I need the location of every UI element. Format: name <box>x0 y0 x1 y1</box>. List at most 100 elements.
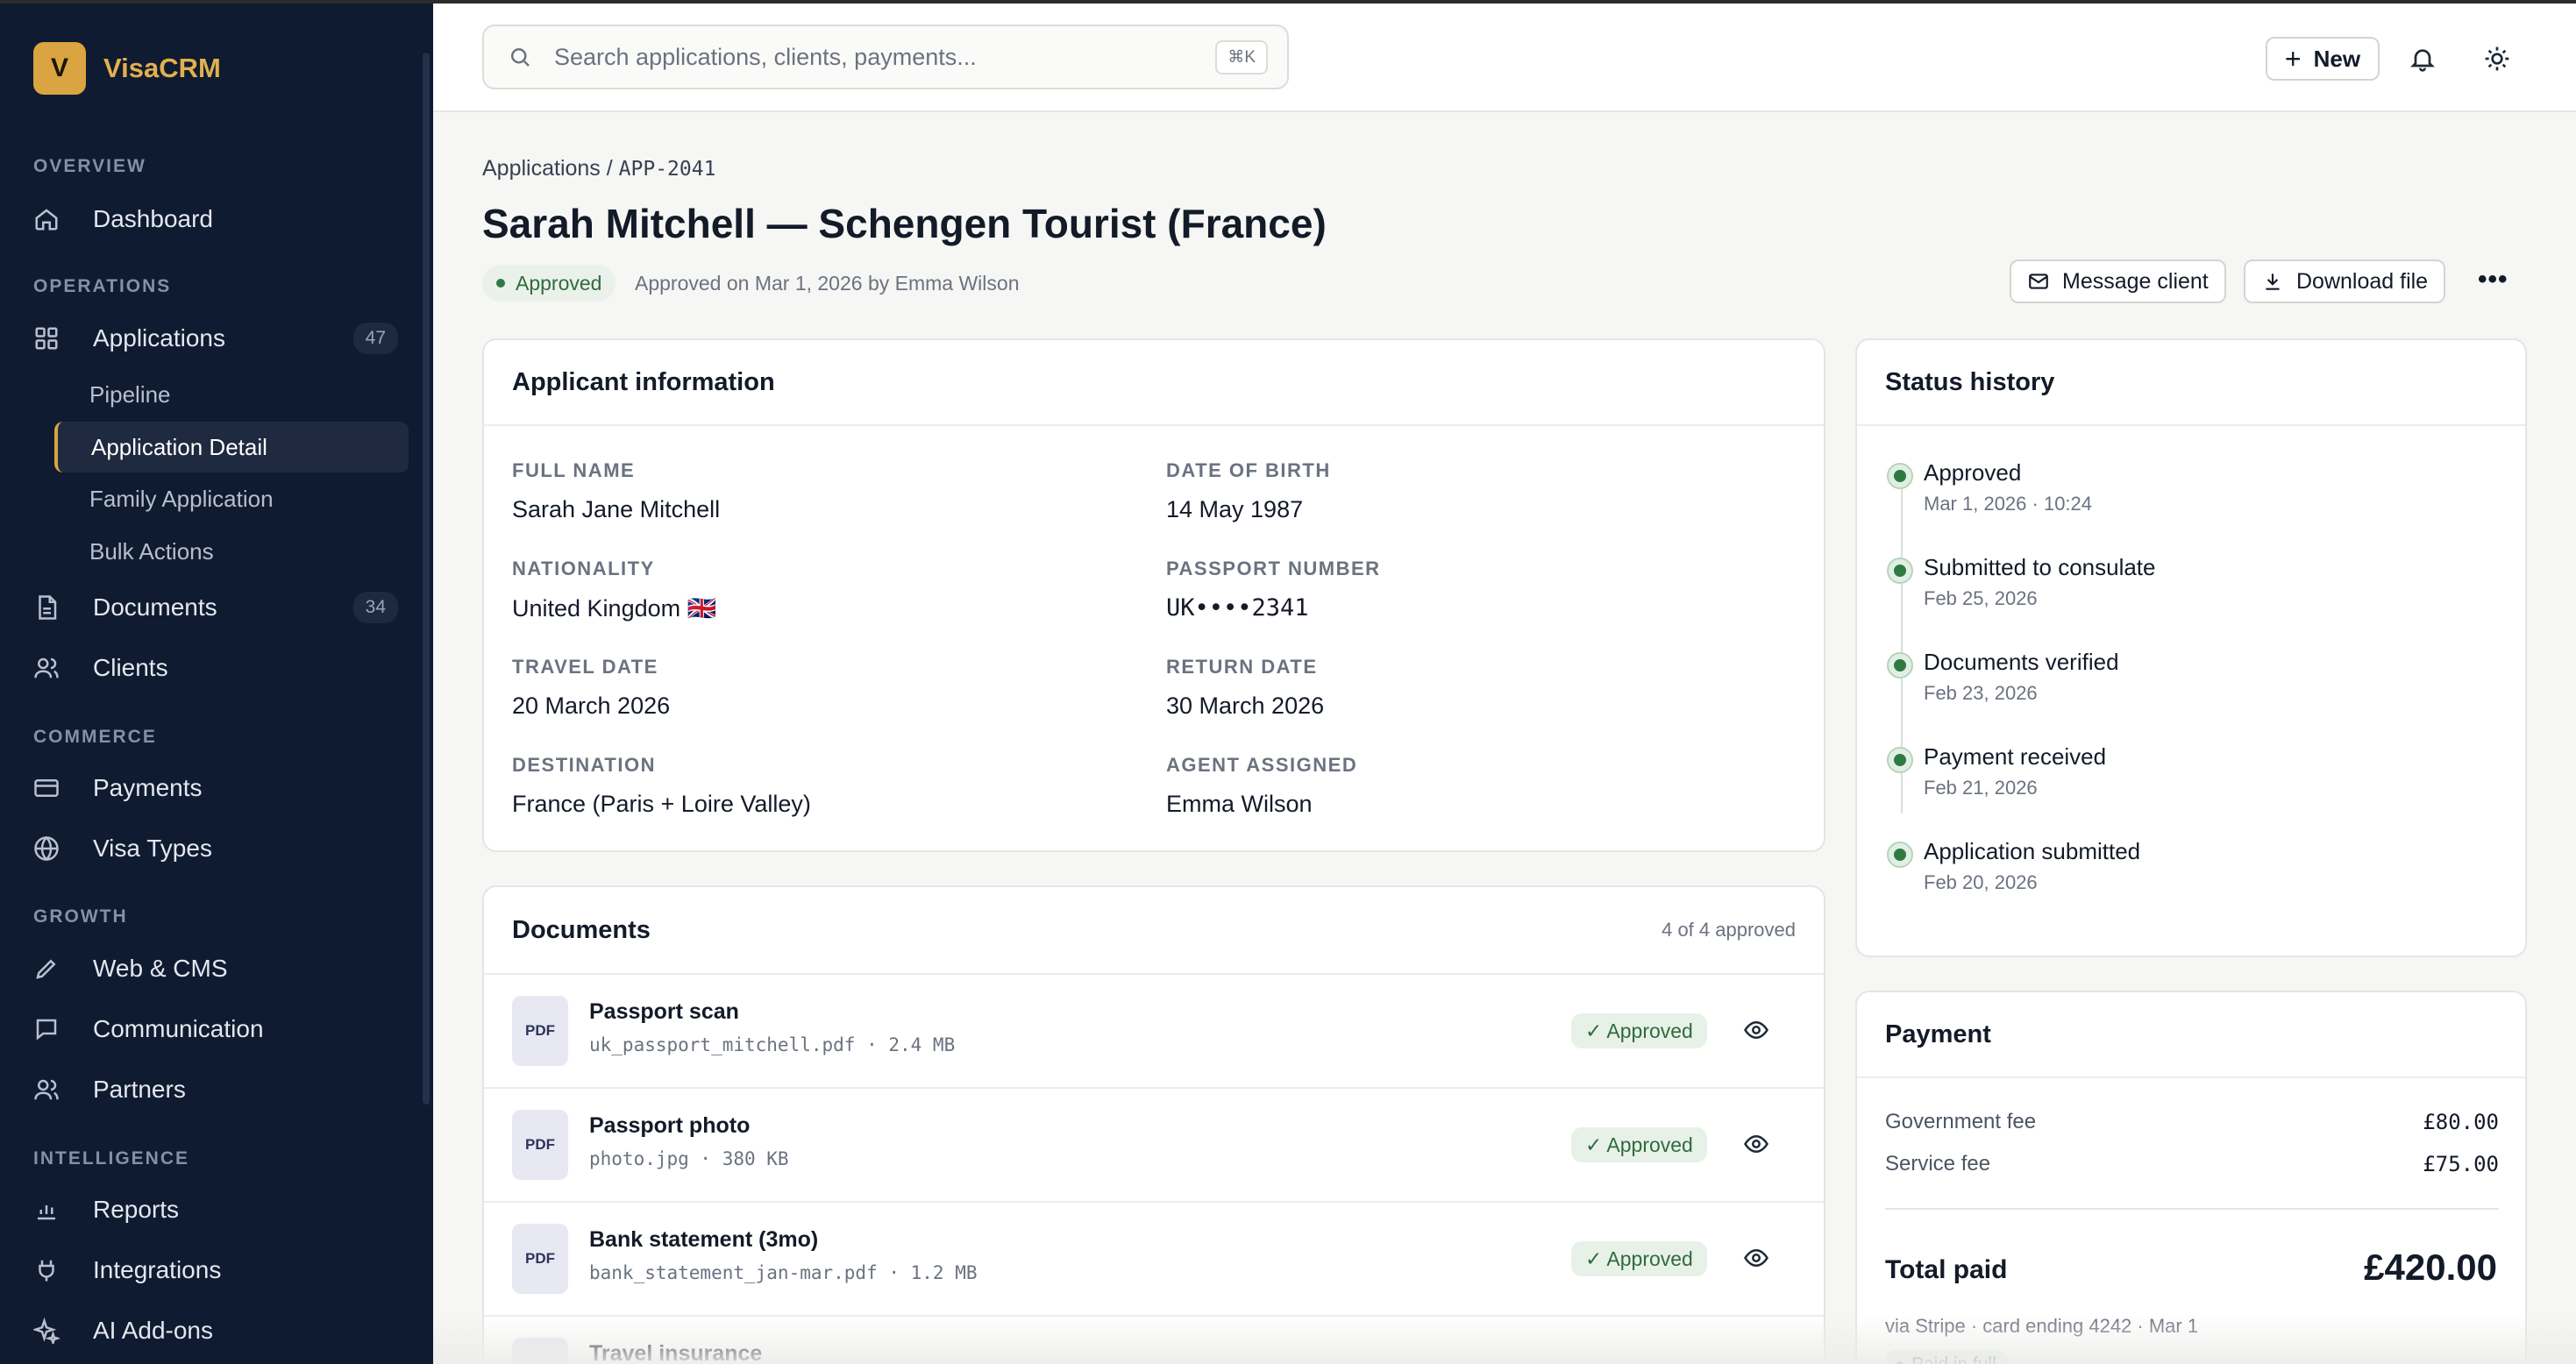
document-row[interactable]: Travel insurance <box>484 1315 1824 1364</box>
field-passport-number: PASSPORT NUMBER UK••••2341 <box>1166 558 1381 622</box>
document-row[interactable]: PDF Bank statement (3mo) bank_statement_… <box>484 1201 1824 1313</box>
payment-card: Payment Government fee £80.00 Service fe… <box>1855 991 2527 1364</box>
document-status-badge: ✓ Approved <box>1571 1013 1707 1048</box>
sidebar-subitem-application-detail[interactable]: Application Detail <box>54 422 409 472</box>
document-icon <box>33 594 60 621</box>
breadcrumb-current: APP-2041 <box>618 158 716 181</box>
sidebar-item-web-cms[interactable]: Web & CMS <box>33 943 410 994</box>
timeline-title: Application submitted <box>1924 838 2141 864</box>
timeline-date: Feb 20, 2026 <box>1924 871 2038 893</box>
sidebar-item-communication[interactable]: Communication <box>33 1004 410 1055</box>
sidebar-item-label: Dashboard <box>93 205 213 232</box>
more-options-icon[interactable]: ••• <box>2478 265 2508 295</box>
brand-logo: V <box>33 42 86 95</box>
sidebar-item-dashboard[interactable]: Dashboard <box>33 194 410 245</box>
sidebar-subitem-bulk-actions[interactable]: Bulk Actions <box>54 526 409 577</box>
field-value: France (Paris + Loire Valley) <box>512 791 811 817</box>
download-file-label: Download file <box>2296 268 2429 294</box>
new-button[interactable]: + New <box>2266 37 2380 81</box>
eye-icon[interactable] <box>1743 1131 1771 1159</box>
field-label: DESTINATION <box>512 754 656 776</box>
sidebar-scrollbar[interactable] <box>423 53 430 1105</box>
section-operations: OPERATIONS <box>33 276 172 296</box>
field-label: RETURN DATE <box>1166 656 1318 678</box>
field-agent-assigned: AGENT ASSIGNED Emma Wilson <box>1166 754 1357 818</box>
download-icon <box>2266 274 2280 290</box>
paid-status-badge: Paid in full <box>1885 1350 2009 1364</box>
page-title: Sarah Mitchell — Schengen Tourist (Franc… <box>482 201 1327 246</box>
field-value: 20 March 2026 <box>512 693 671 719</box>
field-label: DATE OF BIRTH <box>1166 459 1331 481</box>
sidebar-item-label: Reports <box>93 1196 180 1223</box>
timeline-title: Documents verified <box>1924 649 2119 675</box>
theme-toggle-sun-icon[interactable] <box>2480 42 2514 75</box>
sidebar-item-applications[interactable]: Applications 47 <box>33 313 410 364</box>
sidebar-item-reports[interactable]: Reports <box>33 1184 410 1235</box>
document-name: Passport photo <box>589 1113 751 1138</box>
sidebar-item-visa-types[interactable]: Visa Types <box>33 823 410 874</box>
pdf-file-icon: PDF <box>512 996 568 1066</box>
sidebar-item-clients[interactable]: Clients <box>33 643 410 693</box>
sidebar-item-payments[interactable]: Payments <box>33 763 410 813</box>
sidebar-subitem-pipeline[interactable]: Pipeline <box>54 369 409 420</box>
search-input[interactable]: Search applications, clients, payments..… <box>482 25 1289 89</box>
section-commerce: COMMERCE <box>33 727 157 747</box>
sidebar-item-label: Documents <box>93 593 217 621</box>
users-icon <box>33 1076 60 1103</box>
sidebar-item-integrations[interactable]: Integrations <box>33 1245 410 1296</box>
sidebar-item-label: Communication <box>93 1015 264 1042</box>
download-file-button[interactable]: Download file <box>2244 259 2446 303</box>
timeline-dot <box>1887 463 1913 489</box>
bar-chart-icon <box>33 1197 60 1223</box>
field-label: TRAVEL DATE <box>512 656 658 678</box>
card-header: Status history <box>1857 340 2525 426</box>
sidebar-item-label: Clients <box>93 654 168 681</box>
timeline-date: Feb 25, 2026 <box>1924 587 2038 609</box>
section-intelligence: INTELLIGENCE <box>33 1148 190 1169</box>
payment-method: via Stripe · card ending 4242 · Mar 1 <box>1885 1315 2199 1337</box>
eye-icon[interactable] <box>1743 1017 1771 1045</box>
sidebar-item-partners[interactable]: Partners <box>33 1064 410 1115</box>
breadcrumb-root[interactable]: Applications <box>482 156 601 181</box>
total-paid-label: Total paid <box>1885 1255 2008 1284</box>
message-client-button[interactable]: Message client <box>2010 259 2226 303</box>
timeline-title: Submitted to consulate <box>1924 554 2156 580</box>
field-value: Sarah Jane Mitchell <box>512 496 721 522</box>
field-nationality: NATIONALITY United Kingdom 🇬🇧 <box>512 558 716 622</box>
home-icon <box>33 206 60 232</box>
applicant-info-card: Applicant information FULL NAME Sarah Ja… <box>482 338 1825 852</box>
sidebar-subitem-family-application[interactable]: Family Application <box>54 473 409 524</box>
globe-icon <box>33 835 60 862</box>
document-row[interactable]: PDF Passport photo photo.jpg · 380 KB ✓ … <box>484 1087 1824 1199</box>
document-meta: photo.jpg · 380 KB <box>589 1148 789 1169</box>
card-title: Applicant information <box>512 367 775 396</box>
document-status-badge: ✓ Approved <box>1571 1127 1707 1162</box>
document-name: Bank statement (3mo) <box>589 1227 819 1252</box>
sidebar-item-ai-addons[interactable]: AI Add-ons <box>33 1305 410 1356</box>
timeline-dot <box>1887 652 1913 678</box>
brand[interactable]: V VisaCRM <box>33 42 221 95</box>
timeline-date: Feb 23, 2026 <box>1924 682 2038 704</box>
search-shortcut: ⌘K <box>1215 39 1268 75</box>
sidebar-item-label: Visa Types <box>93 835 212 862</box>
field-value: United Kingdom 🇬🇧 <box>512 595 717 622</box>
pdf-file-icon: PDF <box>512 1224 568 1294</box>
users-icon <box>33 655 60 681</box>
payment-line: Service fee £75.00 <box>1885 1152 2499 1176</box>
sidebar-item-label: Integrations <box>93 1256 222 1283</box>
sidebar-item-documents[interactable]: Documents 34 <box>33 582 410 633</box>
brand-name: VisaCRM <box>103 53 221 83</box>
credit-card-icon <box>33 775 60 801</box>
count-badge: 47 <box>352 323 398 354</box>
card-title: Status history <box>1885 367 2055 396</box>
field-value: UK••••2341 <box>1166 594 1309 622</box>
document-name: Travel insurance <box>589 1341 763 1364</box>
field-destination: DESTINATION France (Paris + Loire Valley… <box>512 754 811 818</box>
eye-icon[interactable] <box>1743 1245 1771 1273</box>
document-row[interactable]: PDF Passport scan uk_passport_mitchell.p… <box>484 973 1824 1085</box>
field-label: PASSPORT NUMBER <box>1166 558 1381 579</box>
bell-icon[interactable] <box>2406 42 2439 75</box>
payment-line-amount: £80.00 <box>2423 1110 2499 1134</box>
status-note: Approved on Mar 1, 2026 by Emma Wilson <box>635 272 1020 295</box>
window-top-edge <box>0 0 2576 4</box>
